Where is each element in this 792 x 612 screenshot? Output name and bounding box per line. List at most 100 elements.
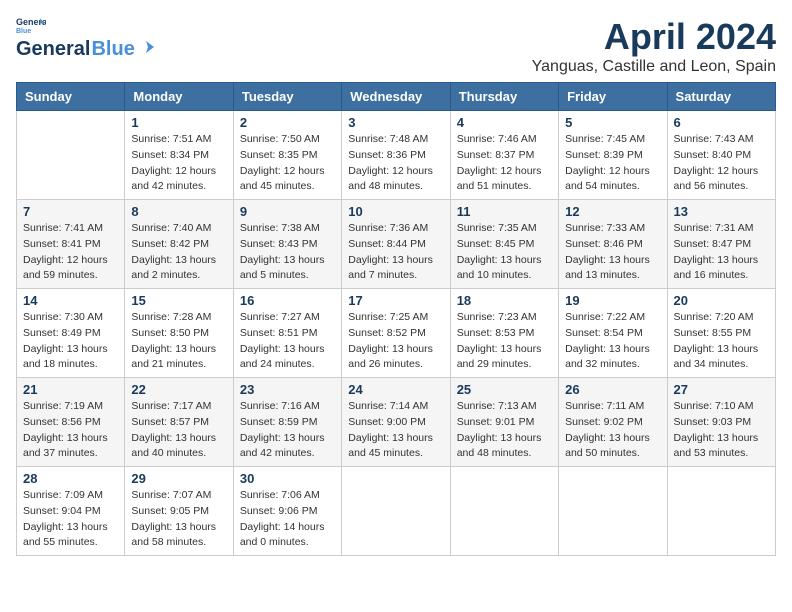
day-info: Sunrise: 7:51 AM Sunset: 8:34 PM Dayligh… — [131, 132, 226, 195]
calendar-cell: 28Sunrise: 7:09 AM Sunset: 9:04 PM Dayli… — [17, 467, 125, 556]
calendar-cell — [342, 467, 450, 556]
day-info: Sunrise: 7:16 AM Sunset: 8:59 PM Dayligh… — [240, 399, 335, 462]
day-number: 25 — [457, 382, 552, 397]
day-number: 16 — [240, 293, 335, 308]
day-number: 13 — [674, 204, 769, 219]
weekday-header-friday: Friday — [559, 83, 667, 111]
calendar-cell: 22 Sunrise: 7:17 AM Sunset: 8:57 PM Dayli… — [125, 378, 233, 467]
day-number: 15 — [131, 293, 226, 308]
calendar-cell: 7 Sunrise: 7:41 AM Sunset: 8:41 PM Daylig… — [17, 200, 125, 289]
day-number: 22 — [131, 382, 226, 397]
day-number: 19 — [565, 293, 660, 308]
calendar-header-row: SundayMondayTuesdayWednesdayThursdayFrid… — [17, 83, 776, 111]
day-number: 29 — [131, 471, 226, 486]
day-number: 26 — [565, 382, 660, 397]
day-info: Sunrise: 7:33 AM Sunset: 8:46 PM Dayligh… — [565, 221, 660, 284]
calendar-cell: 6Sunrise: 7:43 AM Sunset: 8:40 PM Daylig… — [667, 111, 775, 200]
calendar-cell: 4Sunrise: 7:46 AM Sunset: 8:37 PM Daylig… — [450, 111, 558, 200]
calendar-cell: 20 Sunrise: 7:20 AM Sunset: 8:55 PM Dayli… — [667, 289, 775, 378]
calendar-week-row: 21 Sunrise: 7:19 AM Sunset: 8:56 PM Dayli… — [17, 378, 776, 467]
calendar-cell: 2Sunrise: 7:50 AM Sunset: 8:35 PM Daylig… — [233, 111, 341, 200]
day-info: Sunrise: 7:48 AM Sunset: 8:36 PM Dayligh… — [348, 132, 443, 195]
day-info: Sunrise: 7:30 AM Sunset: 8:49 PM Dayligh… — [23, 310, 118, 373]
day-info: Sunrise: 7:22 AM Sunset: 8:54 PM Dayligh… — [565, 310, 660, 373]
day-info: Sunrise: 7:09 AM Sunset: 9:04 PM Dayligh… — [23, 488, 118, 551]
day-info: Sunrise: 7:10 AM Sunset: 9:03 PM Dayligh… — [674, 399, 769, 462]
day-number: 9 — [240, 204, 335, 219]
day-info: Sunrise: 7:45 AM Sunset: 8:39 PM Dayligh… — [565, 132, 660, 195]
day-info: Sunrise: 7:06 AM Sunset: 9:06 PM Dayligh… — [240, 488, 335, 551]
day-info: Sunrise: 7:31 AM Sunset: 8:47 PM Dayligh… — [674, 221, 769, 284]
day-number: 24 — [348, 382, 443, 397]
header: General Blue General Blue April 2024 Yan… — [16, 16, 776, 76]
day-info: Sunrise: 7:35 AM Sunset: 8:45 PM Dayligh… — [457, 221, 552, 284]
day-info: Sunrise: 7:11 AM Sunset: 9:02 PM Dayligh… — [565, 399, 660, 462]
calendar-cell: 14 Sunrise: 7:30 AM Sunset: 8:49 PM Dayli… — [17, 289, 125, 378]
day-number: 23 — [240, 382, 335, 397]
calendar-cell — [17, 111, 125, 200]
day-info: Sunrise: 7:25 AM Sunset: 8:52 PM Dayligh… — [348, 310, 443, 373]
day-number: 30 — [240, 471, 335, 486]
day-info: Sunrise: 7:14 AM Sunset: 9:00 PM Dayligh… — [348, 399, 443, 462]
day-info: Sunrise: 7:40 AM Sunset: 8:42 PM Dayligh… — [131, 221, 226, 284]
day-info: Sunrise: 7:19 AM Sunset: 8:56 PM Dayligh… — [23, 399, 118, 462]
weekday-header-tuesday: Tuesday — [233, 83, 341, 111]
day-number: 1 — [131, 115, 226, 130]
day-number: 10 — [348, 204, 443, 219]
month-title: April 2024 — [532, 16, 776, 58]
calendar-cell: 18 Sunrise: 7:23 AM Sunset: 8:53 PM Dayli… — [450, 289, 558, 378]
calendar-week-row: 1 Sunrise: 7:51 AM Sunset: 8:34 PM Daylig… — [17, 111, 776, 200]
calendar-table: SundayMondayTuesdayWednesdayThursdayFrid… — [16, 82, 776, 556]
title-area: April 2024 Yanguas, Castille and Leon, S… — [532, 16, 776, 76]
day-info: Sunrise: 7:23 AM Sunset: 8:53 PM Dayligh… — [457, 310, 552, 373]
day-number: 14 — [23, 293, 118, 308]
calendar-week-row: 14 Sunrise: 7:30 AM Sunset: 8:49 PM Dayli… — [17, 289, 776, 378]
calendar-cell: 27 Sunrise: 7:10 AM Sunset: 9:03 PM Dayli… — [667, 378, 775, 467]
svg-text:Blue: Blue — [16, 28, 31, 35]
day-info: Sunrise: 7:36 AM Sunset: 8:44 PM Dayligh… — [348, 221, 443, 284]
day-info: Sunrise: 7:07 AM Sunset: 9:05 PM Dayligh… — [131, 488, 226, 551]
calendar-cell: 13 Sunrise: 7:31 AM Sunset: 8:47 PM Dayli… — [667, 200, 775, 289]
calendar-cell: 30 Sunrise: 7:06 AM Sunset: 9:06 PM Dayli… — [233, 467, 341, 556]
day-info: Sunrise: 7:41 AM Sunset: 8:41 PM Dayligh… — [23, 221, 118, 284]
day-info: Sunrise: 7:27 AM Sunset: 8:51 PM Dayligh… — [240, 310, 335, 373]
calendar-cell: 12 Sunrise: 7:33 AM Sunset: 8:46 PM Dayli… — [559, 200, 667, 289]
day-number: 20 — [674, 293, 769, 308]
day-number: 7 — [23, 204, 118, 219]
day-number: 5 — [565, 115, 660, 130]
location-subtitle: Yanguas, Castille and Leon, Spain — [532, 58, 776, 76]
calendar-cell: 8 Sunrise: 7:40 AM Sunset: 8:42 PM Daylig… — [125, 200, 233, 289]
calendar-cell — [559, 467, 667, 556]
calendar-cell: 3 Sunrise: 7:48 AM Sunset: 8:36 PM Daylig… — [342, 111, 450, 200]
weekday-header-wednesday: Wednesday — [342, 83, 450, 111]
calendar-cell: 11 Sunrise: 7:35 AM Sunset: 8:45 PM Dayli… — [450, 200, 558, 289]
day-number: 8 — [131, 204, 226, 219]
day-info: Sunrise: 7:17 AM Sunset: 8:57 PM Dayligh… — [131, 399, 226, 462]
calendar-cell: 24 Sunrise: 7:14 AM Sunset: 9:00 PM Dayli… — [342, 378, 450, 467]
day-info: Sunrise: 7:13 AM Sunset: 9:01 PM Dayligh… — [457, 399, 552, 462]
calendar-cell: 21 Sunrise: 7:19 AM Sunset: 8:56 PM Dayli… — [17, 378, 125, 467]
calendar-cell: 16 Sunrise: 7:27 AM Sunset: 8:51 PM Dayli… — [233, 289, 341, 378]
calendar-cell: 23 Sunrise: 7:16 AM Sunset: 8:59 PM Dayli… — [233, 378, 341, 467]
calendar-week-row: 7 Sunrise: 7:41 AM Sunset: 8:41 PM Daylig… — [17, 200, 776, 289]
logo: General Blue General Blue — [16, 16, 154, 61]
weekday-header-sunday: Sunday — [17, 83, 125, 111]
logo-blue: Blue — [91, 38, 134, 61]
day-info: Sunrise: 7:43 AM Sunset: 8:40 PM Dayligh… — [674, 132, 769, 195]
logo-icon: General Blue — [16, 16, 46, 36]
day-number: 18 — [457, 293, 552, 308]
day-number: 3 — [348, 115, 443, 130]
day-number: 12 — [565, 204, 660, 219]
day-info: Sunrise: 7:20 AM Sunset: 8:55 PM Dayligh… — [674, 310, 769, 373]
day-number: 27 — [674, 382, 769, 397]
calendar-cell: 19 Sunrise: 7:22 AM Sunset: 8:54 PM Dayli… — [559, 289, 667, 378]
day-info: Sunrise: 7:38 AM Sunset: 8:43 PM Dayligh… — [240, 221, 335, 284]
calendar-week-row: 28Sunrise: 7:09 AM Sunset: 9:04 PM Dayli… — [17, 467, 776, 556]
calendar-cell — [450, 467, 558, 556]
logo-bird-icon — [138, 39, 154, 55]
calendar-cell: 1 Sunrise: 7:51 AM Sunset: 8:34 PM Daylig… — [125, 111, 233, 200]
day-number: 2 — [240, 115, 335, 130]
day-number: 21 — [23, 382, 118, 397]
day-number: 17 — [348, 293, 443, 308]
day-number: 11 — [457, 204, 552, 219]
